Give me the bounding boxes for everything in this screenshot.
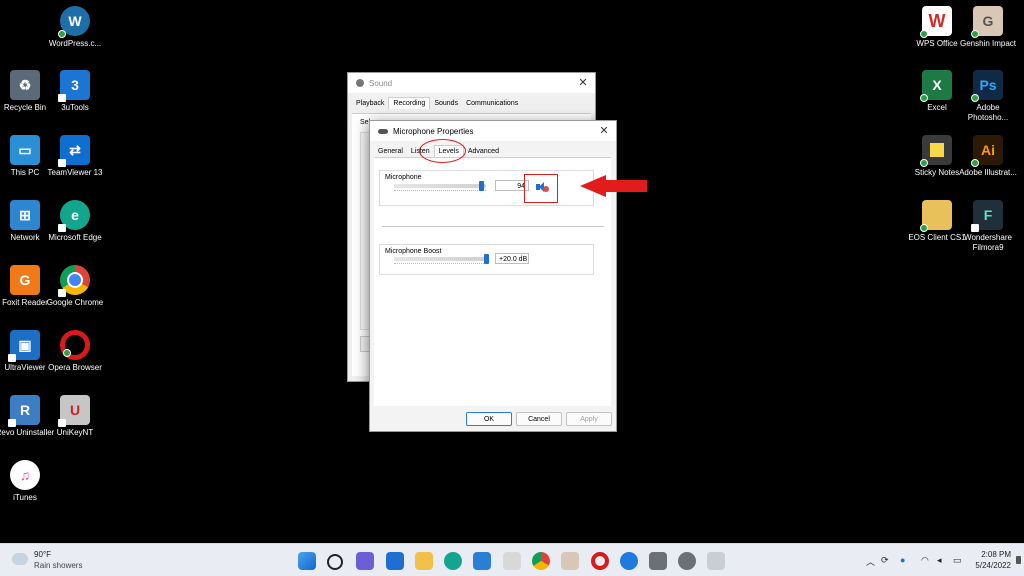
recycle-bin-icon: ♻ bbox=[10, 70, 40, 100]
microphone-tray-icon[interactable]: ● bbox=[900, 555, 905, 565]
section-divider bbox=[382, 226, 604, 227]
show-hidden-icons-chevron-icon[interactable]: ︿ bbox=[866, 555, 875, 568]
foxit-icon: G bbox=[10, 265, 40, 295]
sync-icon[interactable]: ⟳ bbox=[881, 555, 889, 566]
sound-title-bar[interactable]: Sound bbox=[348, 73, 595, 93]
microphone-level-slider[interactable] bbox=[479, 181, 484, 191]
teamviewer-icon: ⇄ bbox=[58, 135, 90, 167]
microphone-boost-ticks bbox=[394, 263, 486, 268]
microphone-boost-group: Microphone Boost +20.0 dB bbox=[379, 244, 594, 275]
tab-advanced[interactable]: Advanced bbox=[464, 146, 503, 157]
desktop-icon-itunes[interactable]: ♫ iTunes bbox=[0, 460, 57, 503]
teams-chat-icon[interactable] bbox=[356, 552, 374, 570]
tab-sounds[interactable]: Sounds bbox=[430, 98, 462, 109]
ultraviewer-icon: ▣ bbox=[8, 330, 40, 362]
apply-button[interactable]: Apply bbox=[566, 412, 612, 426]
computer-icon: ▭ bbox=[10, 135, 40, 165]
ok-button[interactable]: OK bbox=[466, 412, 512, 426]
revo-uninstaller-icon: R bbox=[8, 395, 40, 427]
microphone-level-track[interactable] bbox=[394, 184, 486, 188]
clock-time[interactable]: 2:08 PM bbox=[981, 550, 1011, 559]
3utools-icon: 3 bbox=[58, 70, 90, 102]
photoshop-icon: Ps bbox=[971, 70, 1003, 102]
sound-window-title: Sound bbox=[369, 78, 393, 88]
weather-widget[interactable]: 90°F Rain showers bbox=[8, 544, 98, 576]
microphone-boost-value[interactable]: +20.0 dB bbox=[495, 253, 529, 264]
file-explorer-icon[interactable] bbox=[415, 552, 433, 570]
clock-date[interactable]: 5/24/2022 bbox=[975, 561, 1011, 570]
desktop-icon-wordpress[interactable]: W WordPress.c... bbox=[43, 6, 107, 49]
desktop-icon-genshin[interactable]: G Genshin Impact bbox=[956, 6, 1020, 49]
search-icon[interactable] bbox=[327, 554, 343, 570]
microphone-level-ticks bbox=[394, 190, 486, 195]
edge-icon: e bbox=[58, 200, 90, 232]
settings-gear-icon[interactable] bbox=[678, 552, 696, 570]
tab-recording[interactable]: Recording bbox=[388, 97, 431, 109]
desktop-icon-3utools[interactable]: 3 3uTools bbox=[43, 70, 107, 113]
weather-temp: 90°F bbox=[34, 550, 51, 559]
unikey-taskbar-icon[interactable] bbox=[503, 552, 521, 570]
sound-close-button[interactable]: ✕ bbox=[577, 77, 589, 89]
tab-communications[interactable]: Communications bbox=[462, 98, 522, 109]
microphone-level-group: Microphone 94 bbox=[379, 170, 594, 206]
sound-tabs: Playback Recording Sounds Communications bbox=[348, 93, 595, 109]
microphone-boost-label: Microphone Boost bbox=[385, 248, 442, 255]
zalo-icon[interactable] bbox=[620, 552, 638, 570]
edge-taskbar-icon[interactable] bbox=[444, 552, 462, 570]
desktop-icon-illustrator[interactable]: Ai Adobe Illustrat... bbox=[956, 135, 1020, 178]
wordpress-icon: W bbox=[58, 6, 90, 38]
mic-tabs: General Listen Levels Advanced bbox=[370, 141, 616, 157]
excel-icon: X bbox=[920, 70, 952, 102]
weather-icon bbox=[12, 553, 28, 565]
start-button-icon[interactable] bbox=[298, 552, 316, 570]
red-arrow-annotation bbox=[580, 175, 648, 197]
genshin-impact-icon: G bbox=[971, 6, 1003, 38]
microphone-boost-slider[interactable] bbox=[484, 254, 489, 264]
taskbar: 90°F Rain showers ︿ ⟳ ● ◠ ◂ ▭ 2:08 PM 5/… bbox=[0, 543, 1024, 576]
sticky-notes-icon bbox=[920, 135, 952, 167]
microphone-level-label: Microphone bbox=[385, 174, 422, 181]
desktop-icon-unikey[interactable]: U UniKeyNT bbox=[43, 395, 107, 438]
mail-icon[interactable] bbox=[386, 552, 404, 570]
weather-desc: Rain showers bbox=[34, 561, 83, 570]
mic-title-bar[interactable]: Microphone Properties bbox=[370, 121, 616, 141]
network-icon: ⊞ bbox=[10, 200, 40, 230]
tab-general[interactable]: General bbox=[374, 146, 407, 157]
cancel-button[interactable]: Cancel bbox=[516, 412, 562, 426]
speaker-icon bbox=[356, 79, 364, 87]
illustrator-icon: Ai bbox=[971, 135, 1003, 167]
desktop-icon-edge[interactable]: e Microsoft Edge bbox=[43, 200, 107, 243]
genshin-taskbar-icon[interactable] bbox=[561, 552, 579, 570]
device-manager-icon[interactable] bbox=[649, 552, 667, 570]
notification-icon[interactable] bbox=[1016, 556, 1021, 564]
battery-icon[interactable]: ▭ bbox=[953, 555, 962, 566]
mute-button-highlight-box bbox=[524, 174, 558, 203]
microphone-icon bbox=[378, 128, 388, 134]
desktop-icon-teamviewer[interactable]: ⇄ TeamViewer 13 bbox=[43, 135, 107, 178]
wifi-icon[interactable]: ◠ bbox=[921, 555, 929, 566]
desktop-icon-filmora[interactable]: F Wondershare Filmora9 bbox=[956, 200, 1020, 253]
levels-panel: Microphone 94 Microphone Boost +20.0 dB bbox=[374, 157, 611, 406]
unikey-icon: U bbox=[58, 395, 90, 427]
mic-close-button[interactable]: ✕ bbox=[598, 125, 610, 137]
folder-icon bbox=[920, 200, 952, 232]
wps-office-icon: W bbox=[920, 6, 952, 38]
levels-tab-highlight-circle bbox=[419, 139, 466, 163]
mic-window-title: Microphone Properties bbox=[393, 126, 474, 136]
volume-icon[interactable]: ◂ bbox=[937, 555, 942, 566]
vscode-icon[interactable] bbox=[473, 552, 491, 570]
tab-playback[interactable]: Playback bbox=[352, 98, 388, 109]
chrome-icon bbox=[58, 265, 90, 297]
desktop-icon-photoshop[interactable]: Ps Adobe Photosho... bbox=[956, 70, 1020, 123]
microphone-boost-track[interactable] bbox=[394, 257, 486, 261]
opera-taskbar-icon[interactable] bbox=[591, 552, 609, 570]
itunes-icon: ♫ bbox=[10, 460, 40, 490]
opera-icon bbox=[60, 330, 90, 360]
chrome-taskbar-icon[interactable] bbox=[532, 552, 550, 570]
microphone-properties-window[interactable]: Microphone Properties ✕ General Listen L… bbox=[369, 120, 617, 432]
filmora-icon: F bbox=[971, 200, 1003, 232]
desktop-icon-chrome[interactable]: Google Chrome bbox=[43, 265, 107, 308]
desktop-icon-opera[interactable]: Opera Browser bbox=[43, 330, 107, 373]
sound-control-icon[interactable] bbox=[707, 552, 725, 570]
